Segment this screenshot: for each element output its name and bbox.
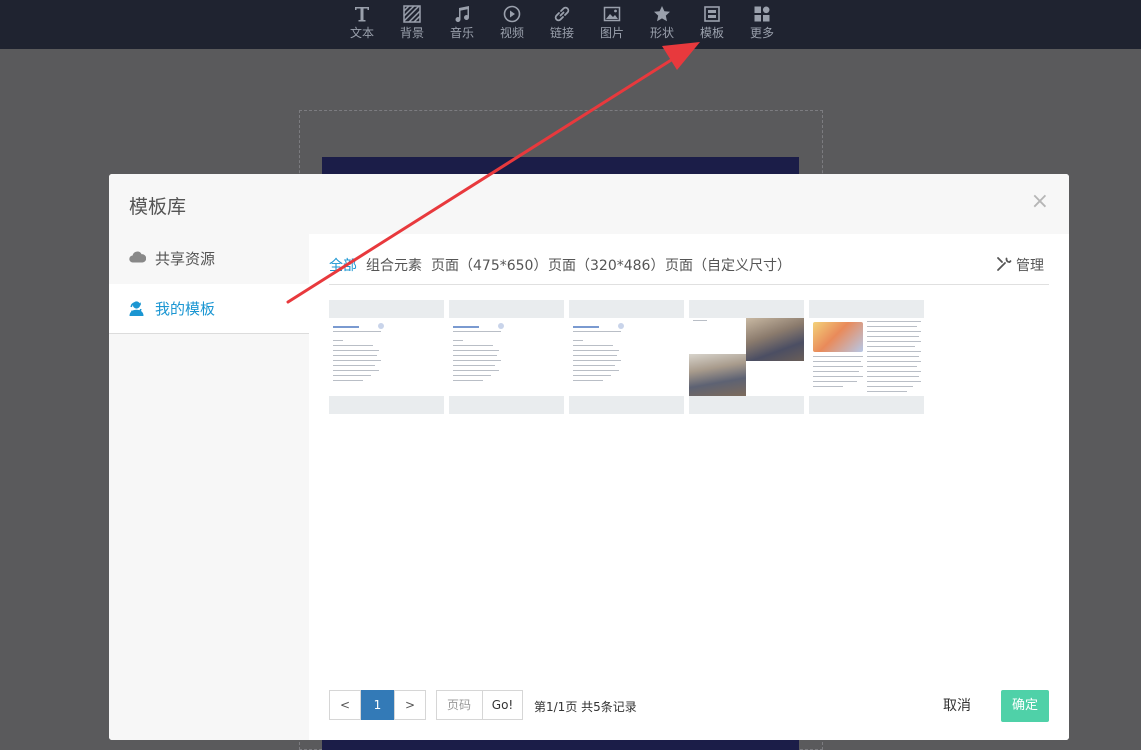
manage-label: 管理 (1016, 258, 1044, 274)
wrench-icon (997, 257, 1012, 271)
page-number-input[interactable]: 页码 (436, 690, 483, 720)
sidebar-item-label: 我的模板 (155, 300, 216, 318)
filter-page-475x650[interactable]: 页面（475*650） (431, 255, 547, 275)
template-thumbnail[interactable] (569, 300, 684, 414)
close-icon[interactable]: × (1031, 191, 1049, 213)
template-thumbnail[interactable] (689, 300, 804, 414)
sidebar-item-my-templates[interactable]: 我的模板 (109, 284, 309, 334)
photo-thumbnail (813, 322, 863, 352)
background-icon (403, 5, 421, 23)
sidebar-item-shared-resources[interactable]: 共享资源 (109, 234, 309, 284)
dialog-title: 模板库 (129, 196, 187, 218)
manage-button[interactable]: 管理 (997, 255, 1044, 275)
cancel-button[interactable]: 取消 (929, 690, 985, 722)
toolbar-link-label: 链接 (549, 26, 574, 40)
toolbar-video-label: 视频 (499, 26, 524, 40)
toolbar-text-label: 文本 (349, 26, 374, 40)
thumbnail-preview (809, 318, 924, 396)
image-icon (603, 6, 621, 22)
toolbar-background-button[interactable]: 背景 (392, 5, 432, 45)
prev-page-button[interactable]: < (329, 690, 361, 720)
dialog-sidebar: 共享资源 我的模板 (109, 234, 309, 740)
text-icon (355, 7, 369, 22)
template-thumbnail[interactable] (809, 300, 924, 414)
thumbnail-preview (329, 318, 444, 396)
editor-toolbar: 文本 背景 音乐 视频 链接 图片 形状 模板 更多 (0, 0, 1141, 49)
thumbnail-preview (449, 318, 564, 396)
template-icon (704, 6, 720, 22)
template-library-dialog: 模板库 × 共享资源 我的模板 全部 组合元素 页面（475*650） 页面（3… (109, 174, 1069, 740)
toolbar-more-button[interactable]: 更多 (742, 5, 782, 45)
music-icon (455, 6, 469, 22)
thumbnail-preview (569, 318, 684, 396)
toolbar-more-label: 更多 (749, 26, 774, 40)
toolbar-template-label: 模板 (699, 26, 724, 40)
toolbar-background-label: 背景 (399, 26, 424, 40)
toolbar-image-button[interactable]: 图片 (592, 5, 632, 45)
go-button[interactable]: Go! (482, 690, 523, 720)
filter-page-320x486[interactable]: 页面（320*486） (548, 255, 664, 275)
toolbar-text-button[interactable]: 文本 (342, 5, 382, 45)
link-icon (554, 6, 570, 22)
video-icon (503, 5, 521, 23)
refresh-icon[interactable] (129, 301, 143, 315)
toolbar-music-label: 音乐 (449, 26, 474, 40)
filter-bar: 全部 组合元素 页面（475*650） 页面（320*486） 页面（自定义尺寸… (329, 234, 1049, 285)
filter-page-custom[interactable]: 页面（自定义尺寸） (665, 255, 791, 275)
photo-thumbnail (746, 318, 804, 361)
toolbar-music-button[interactable]: 音乐 (442, 5, 482, 45)
photo-thumbnail (689, 354, 746, 396)
sidebar-item-label: 共享资源 (155, 250, 216, 268)
more-icon (754, 6, 770, 22)
page-info: 第1/1页 共5条记录 (534, 700, 637, 714)
toolbar-shape-button[interactable]: 形状 (642, 5, 682, 45)
toolbar-template-button[interactable]: 模板 (692, 5, 732, 45)
template-content: 全部 组合元素 页面（475*650） 页面（320*486） 页面（自定义尺寸… (309, 234, 1069, 740)
thumbnail-preview (689, 318, 804, 396)
star-icon (654, 6, 670, 22)
toolbar-link-button[interactable]: 链接 (542, 5, 582, 45)
filter-all[interactable]: 全部 (329, 255, 357, 275)
dialog-header: 模板库 × (109, 174, 1069, 234)
cloud-icon (129, 251, 146, 263)
toolbar-shape-label: 形状 (649, 26, 674, 40)
toolbar-image-label: 图片 (599, 26, 624, 40)
template-thumbnail[interactable] (329, 300, 444, 414)
template-thumbnail[interactable] (449, 300, 564, 414)
filter-components[interactable]: 组合元素 (366, 255, 422, 275)
confirm-button[interactable]: 确定 (1001, 690, 1049, 722)
page-1-button[interactable]: 1 (361, 690, 394, 720)
toolbar-video-button[interactable]: 视频 (492, 5, 532, 45)
next-page-button[interactable]: > (394, 690, 426, 720)
